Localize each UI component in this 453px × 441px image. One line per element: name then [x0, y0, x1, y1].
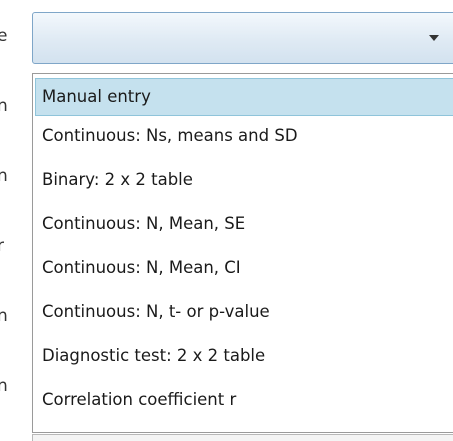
chevron-down-icon[interactable]	[429, 35, 439, 41]
cropped-label-glyph: n	[0, 306, 8, 326]
option-diagnostic-test-2x2-table[interactable]: Diagnostic test: 2 x 2 table	[35, 337, 453, 375]
underlying-control-edge	[32, 434, 453, 441]
option-continuous-ns-means-sd[interactable]: Continuous: Ns, means and SD	[35, 117, 453, 155]
cropped-label-glyph: n	[0, 166, 8, 186]
option-binary-2x2-table[interactable]: Binary: 2 x 2 table	[35, 161, 453, 199]
dropdown-list: Manual entry Continuous: Ns, means and S…	[32, 73, 453, 433]
option-continuous-t-or-p-value[interactable]: Continuous: N, t- or p-value	[35, 293, 453, 331]
data-type-select[interactable]	[32, 12, 453, 64]
cropped-label-glyph: n	[0, 376, 8, 396]
option-manual-entry[interactable]: Manual entry	[35, 78, 453, 116]
cropped-label-glyph: n	[0, 96, 8, 116]
cropped-label-glyph: r	[0, 236, 4, 256]
cropped-label-glyph: e	[0, 26, 8, 46]
option-continuous-mean-se[interactable]: Continuous: N, Mean, SE	[35, 205, 453, 243]
option-correlation-coefficient-r[interactable]: Correlation coefficient r	[35, 381, 453, 419]
option-continuous-mean-ci[interactable]: Continuous: N, Mean, CI	[35, 249, 453, 287]
data-type-picker: e n n r n n Manual entry Continuous: Ns,…	[0, 0, 453, 441]
